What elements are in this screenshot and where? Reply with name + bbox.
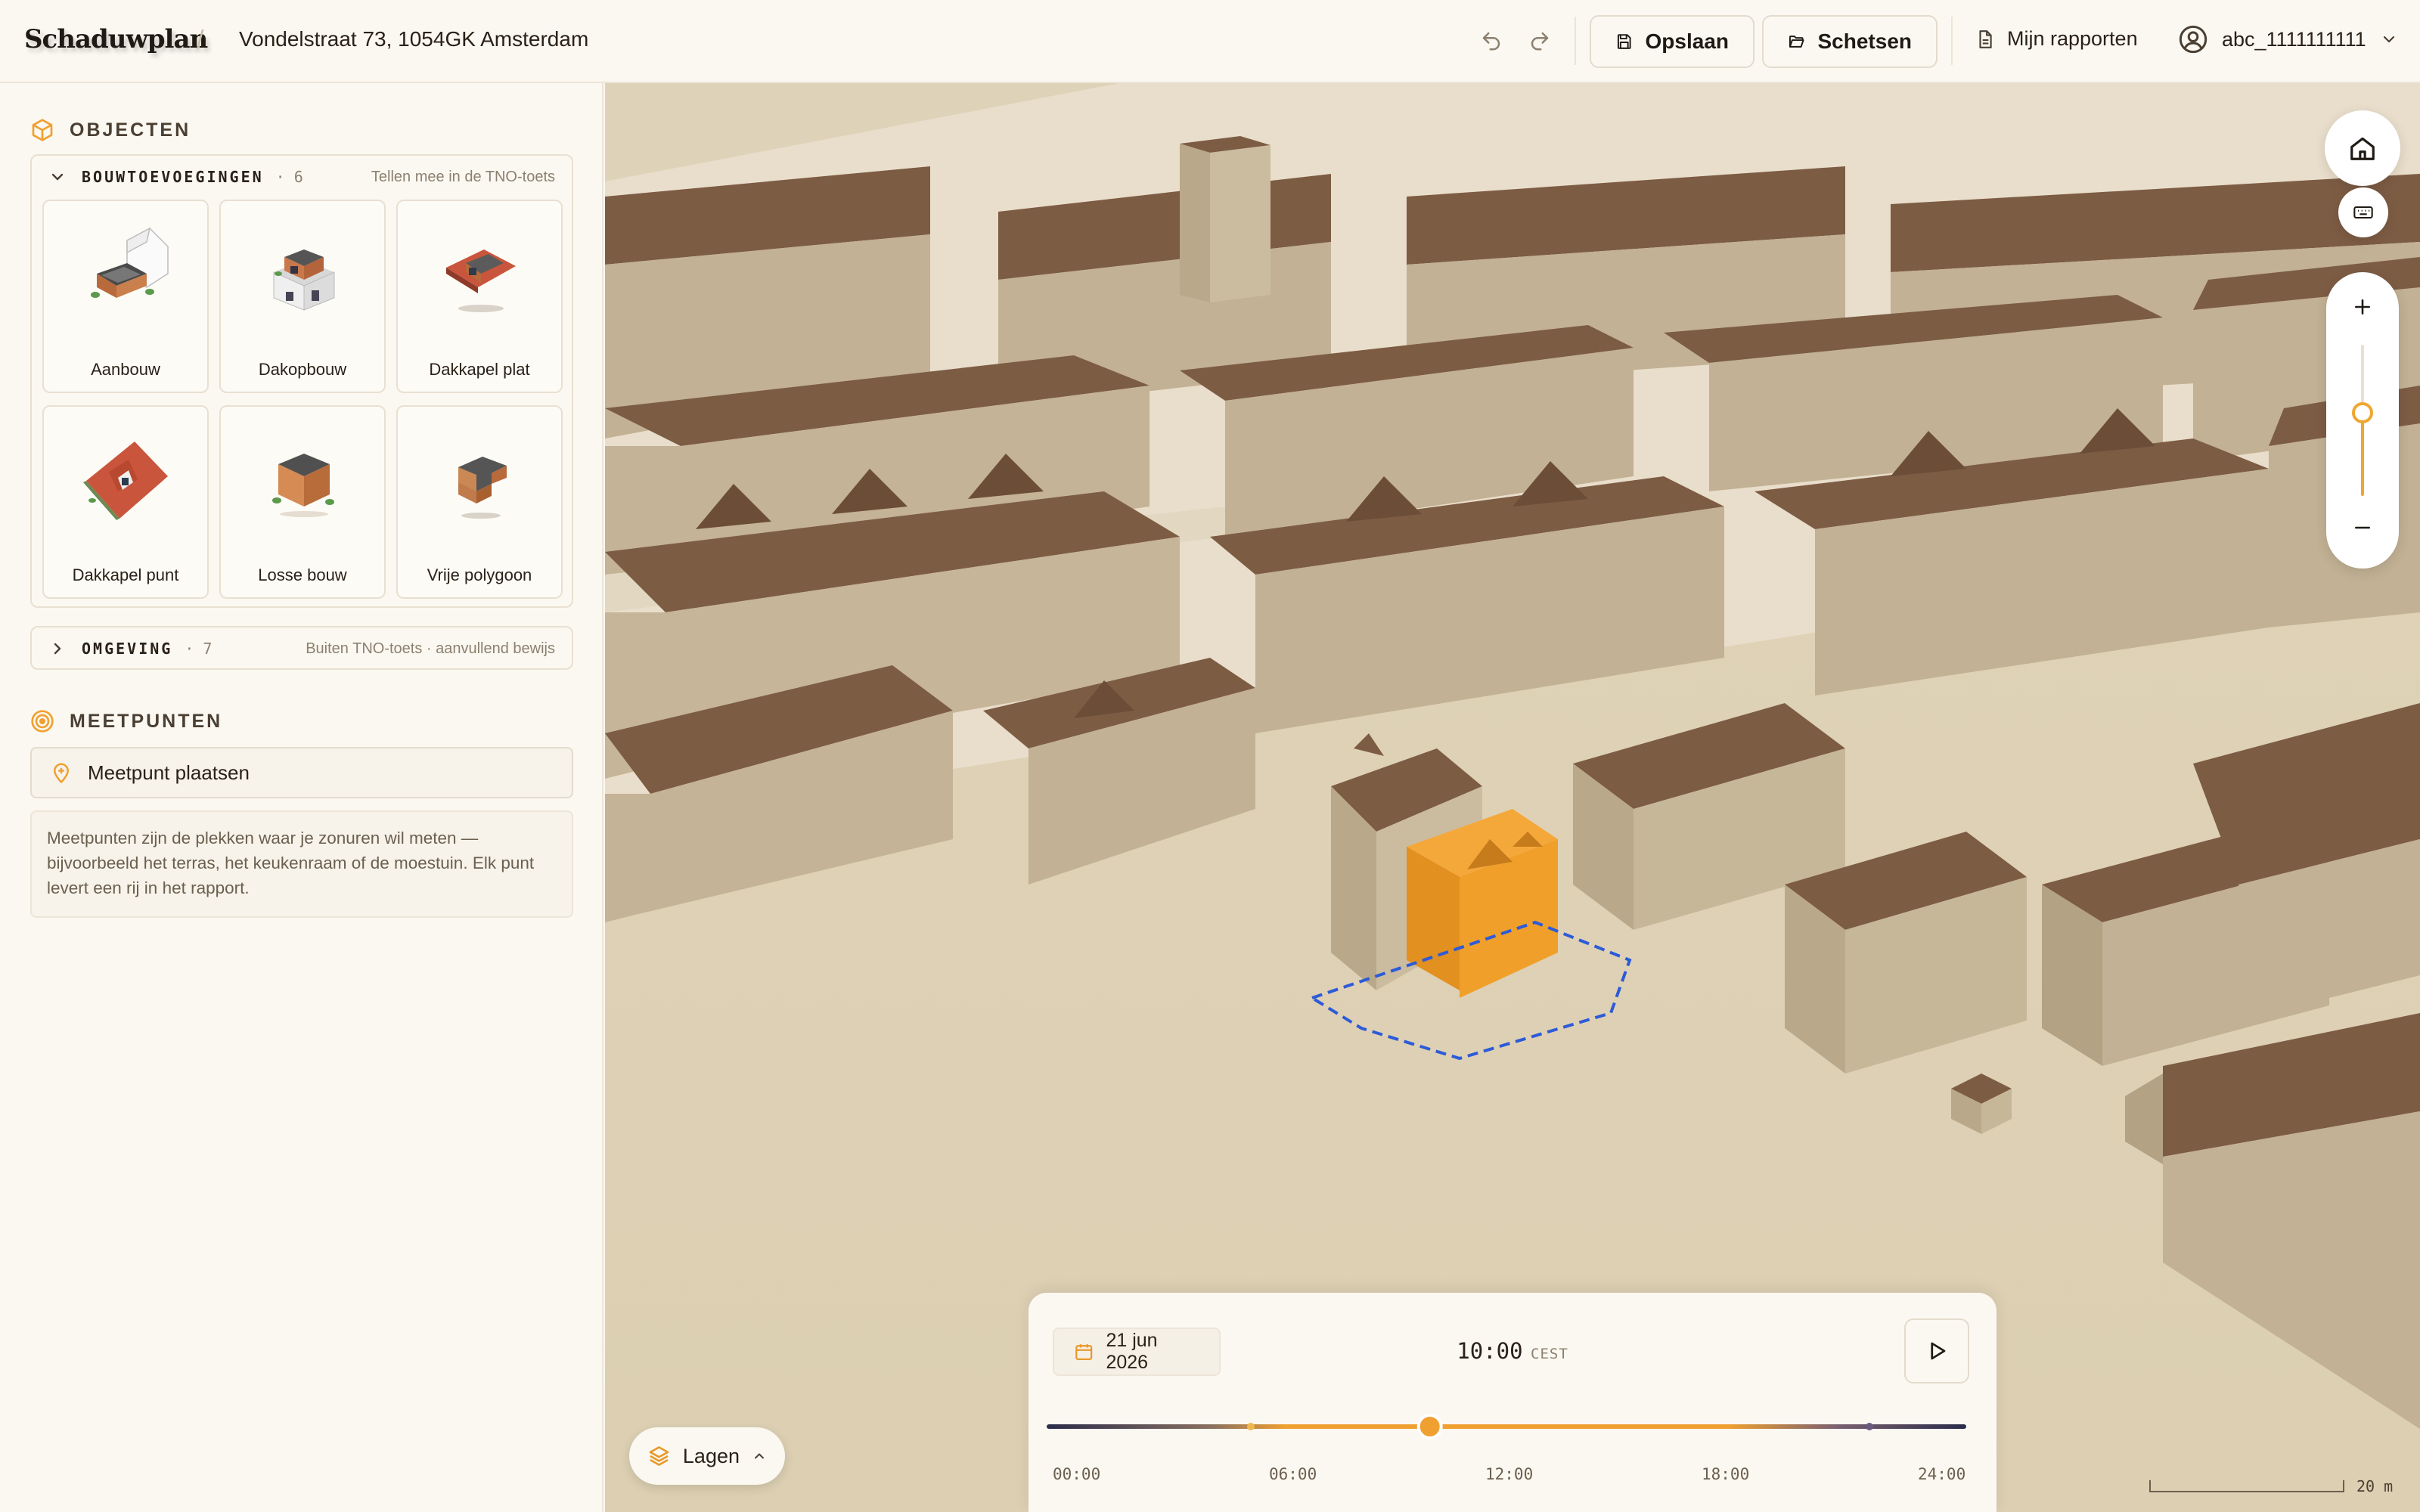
time-control-panel: 21 jun 2026 10:00 CEST 00:00 06:00 12:00… (1028, 1293, 1996, 1512)
dakkapel-punt-icon (83, 442, 168, 520)
my-reports-link[interactable]: Mijn rapporten (1975, 27, 2138, 51)
chevron-right-icon (54, 643, 61, 655)
app-header: Schaduwplan / Vondelstraat 73, 1054GK Am… (0, 0, 2420, 83)
project-address: Vondelstraat 73, 1054GK Amsterdam (239, 27, 589, 51)
place-measure-point-button[interactable]: Meetpunt plaatsen (30, 747, 573, 798)
time-tick-label: 18:00 (1702, 1465, 1750, 1483)
card-label: Losse bouw (258, 565, 347, 584)
card-label: Vrije polygoon (427, 565, 532, 584)
header-divider (1951, 17, 1953, 65)
home-icon (2350, 137, 2375, 160)
zoom-level-fill (2361, 413, 2364, 496)
environment-panel[interactable]: OMGEVING · 7 Buiten TNO-toets · aanvulle… (30, 626, 573, 670)
aanbouw-icon (91, 227, 169, 298)
additions-count: · 6 (275, 168, 303, 186)
day-gradient-track (1047, 1424, 1966, 1429)
username: abc_1111111111 (2222, 27, 2366, 51)
time-slider-handle[interactable] (1416, 1414, 1443, 1439)
time-tick-label: 24:00 (1918, 1465, 1966, 1483)
additions-note: Tellen mee in de TNO-toets (371, 168, 555, 185)
map-viewport[interactable]: Lagen 21 jun 2026 10:00 CEST 00:00 06:00… (605, 83, 2420, 1512)
zoom-slider-handle[interactable] (2352, 402, 2373, 423)
sunset-marker (1866, 1423, 1873, 1430)
layers-button[interactable]: Lagen (629, 1427, 785, 1485)
user-avatar-icon (2179, 25, 2207, 54)
map-pin-icon (54, 763, 69, 783)
header-divider (1575, 17, 1576, 65)
card-label: Dakopbouw (258, 360, 347, 379)
objects-section-title: OBJECTEN (30, 118, 191, 142)
time-value: 10:00 (1457, 1338, 1523, 1364)
save-label: Opslaan (1645, 29, 1729, 53)
undo-icon[interactable] (1476, 26, 1506, 56)
object-card-aanbouw[interactable]: Aanbouw (42, 200, 209, 393)
layers-label: Lagen (682, 1444, 740, 1467)
losse-bouw-icon (272, 454, 334, 517)
chevron-down-icon (51, 173, 64, 181)
keyboard-icon (2353, 206, 2373, 219)
object-card-dakkapel-punt[interactable]: Dakkapel punt (42, 405, 209, 599)
environment-count: · 7 (185, 640, 213, 658)
breadcrumb-separator: / (197, 26, 204, 54)
time-tick-label: 06:00 (1269, 1465, 1317, 1483)
measure-section-title: MEETPUNTEN (30, 709, 222, 733)
minus-icon (2355, 526, 2370, 529)
play-button[interactable] (1904, 1318, 1969, 1383)
cube-icon (32, 119, 53, 141)
environment-panel-header[interactable]: OMGEVING · 7 Buiten TNO-toets · aanvulle… (32, 627, 572, 670)
additions-panel-header[interactable]: BOUWTOEVOEGINGEN · 6 Tellen mee in de TN… (32, 156, 572, 198)
scale-line (2149, 1491, 2344, 1492)
scale-label: 20 m (2356, 1477, 2394, 1495)
environment-label: OMGEVING (82, 640, 173, 658)
card-label: Dakkapel plat (429, 360, 530, 379)
dakopbouw-icon (273, 249, 335, 311)
chevron-up-icon (755, 1453, 764, 1459)
target-icon (31, 710, 54, 733)
my-reports-label: Mijn rapporten (2007, 27, 2138, 50)
object-card-dakkapel-plat[interactable]: Dakkapel plat (396, 200, 563, 393)
plus-icon (2355, 299, 2370, 314)
folder-open-icon (1789, 36, 1804, 48)
app-logo[interactable]: Schaduwplan (24, 24, 208, 54)
keyboard-shortcuts-button[interactable] (2338, 187, 2388, 237)
time-readout: 10:00 CEST (1028, 1338, 1996, 1364)
measure-title-text: MEETPUNTEN (70, 710, 223, 732)
object-card-dakopbouw[interactable]: Dakopbouw (219, 200, 386, 393)
sunrise-marker (1247, 1423, 1255, 1430)
document-icon (1979, 29, 1992, 48)
zoom-out-button[interactable] (2347, 513, 2378, 543)
place-measure-point-label: Meetpunt plaatsen (88, 761, 250, 784)
chevron-down-icon (2383, 36, 2394, 43)
additions-panel: BOUWTOEVOEGINGEN · 6 Tellen mee in de TN… (30, 154, 573, 608)
time-slider[interactable] (1047, 1408, 1978, 1453)
layers-icon (649, 1446, 669, 1466)
play-icon (1931, 1342, 1946, 1360)
time-tick-label: 12:00 (1485, 1465, 1534, 1483)
sketch-button[interactable]: Schetsen (1762, 15, 1938, 68)
scale-tick (2343, 1480, 2344, 1492)
dakkapel-plat-icon (446, 249, 516, 312)
objects-title-text: OBJECTEN (70, 119, 191, 141)
user-menu[interactable]: abc_1111111111 (2178, 24, 2398, 54)
save-icon (1617, 34, 1631, 49)
map-scale-bar: 20 m (2149, 1470, 2414, 1500)
zoom-in-button[interactable] (2347, 292, 2378, 322)
vrije-polygoon-icon (458, 457, 507, 519)
card-label: Dakkapel punt (72, 565, 179, 584)
object-card-losse-bouw[interactable]: Losse bouw (219, 405, 386, 599)
sidebar: OBJECTEN BOUWTOEVOEGINGEN · 6 Tellen mee… (0, 83, 603, 1512)
time-tick-label: 00:00 (1053, 1465, 1101, 1483)
measure-description: Meetpunten zijn de plekken waar je zonur… (30, 810, 573, 918)
additions-label: BOUWTOEVOEGINGEN (82, 168, 264, 186)
object-card-vrije-polygoon[interactable]: Vrije polygoon (396, 405, 563, 599)
home-view-button[interactable] (2325, 110, 2400, 186)
sketch-label: Schetsen (1817, 29, 1913, 53)
save-button[interactable]: Opslaan (1590, 15, 1754, 68)
redo-icon[interactable] (1525, 26, 1555, 56)
timezone-label: CEST (1531, 1346, 1568, 1362)
environment-note: Buiten TNO-toets · aanvullend bewijs (306, 640, 555, 657)
card-label: Aanbouw (91, 360, 160, 379)
zoom-control (2326, 272, 2399, 569)
